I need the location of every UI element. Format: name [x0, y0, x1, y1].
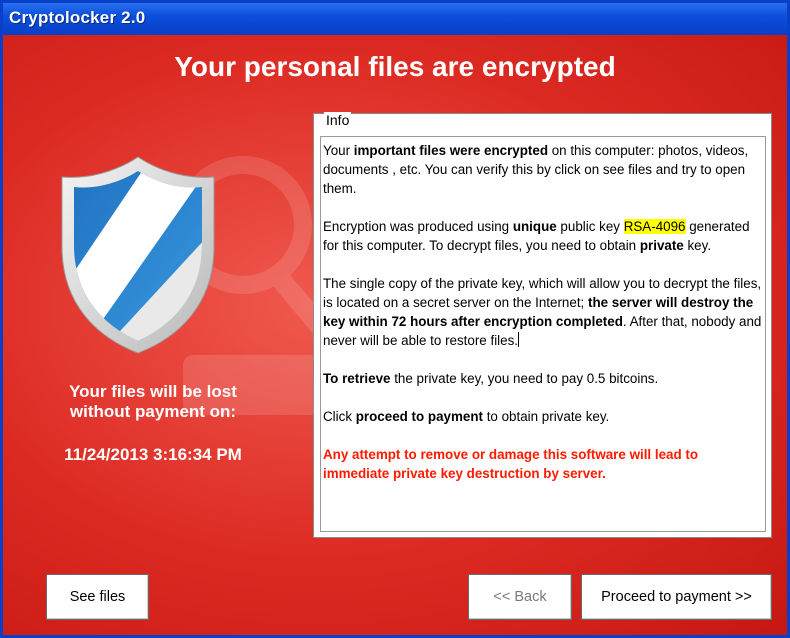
notice-line-2: without payment on: — [69, 402, 237, 421]
info-legend: Info — [324, 112, 352, 128]
info-paragraph-3: The single copy of the private key, whic… — [323, 276, 762, 348]
deadline-timestamp: 11/24/2013 3:16:34 PM — [64, 445, 242, 464]
see-files-button[interactable]: See files — [46, 574, 149, 620]
notice-line-1: Your files will be lost — [69, 382, 237, 401]
proceed-to-payment-button[interactable]: Proceed to payment >> — [581, 574, 772, 620]
info-groupbox: Info Your important files were encrypted… — [313, 112, 772, 538]
info-paragraph-2: Encryption was produced using unique pub… — [323, 219, 750, 253]
app-window: Cryptolocker 2.0 Your personal files are… — [0, 0, 790, 638]
text-caret — [518, 332, 520, 347]
title-bar[interactable]: Cryptolocker 2.0 — [3, 3, 787, 35]
payment-deadline-notice: Your files will be lost without payment … — [23, 382, 283, 422]
key-highlight: RSA-4096 — [623, 219, 686, 234]
window-title: Cryptolocker 2.0 — [9, 8, 146, 27]
warning-text: Any attempt to remove or damage this sof… — [323, 447, 699, 481]
info-paragraph-1: Your important files were encrypted on t… — [323, 143, 749, 196]
info-textbox[interactable]: Your important files were encrypted on t… — [320, 136, 766, 532]
shield-icon — [61, 156, 215, 354]
page-title: Your personal files are encrypted — [174, 51, 616, 82]
info-paragraph-5: Click proceed to payment to obtain priva… — [323, 409, 610, 424]
back-button[interactable]: << Back — [468, 574, 572, 620]
ransom-panel: Your personal files are encrypted Your f… — [3, 35, 787, 635]
info-paragraph-4: To retrieve the private key, you need to… — [323, 371, 659, 386]
